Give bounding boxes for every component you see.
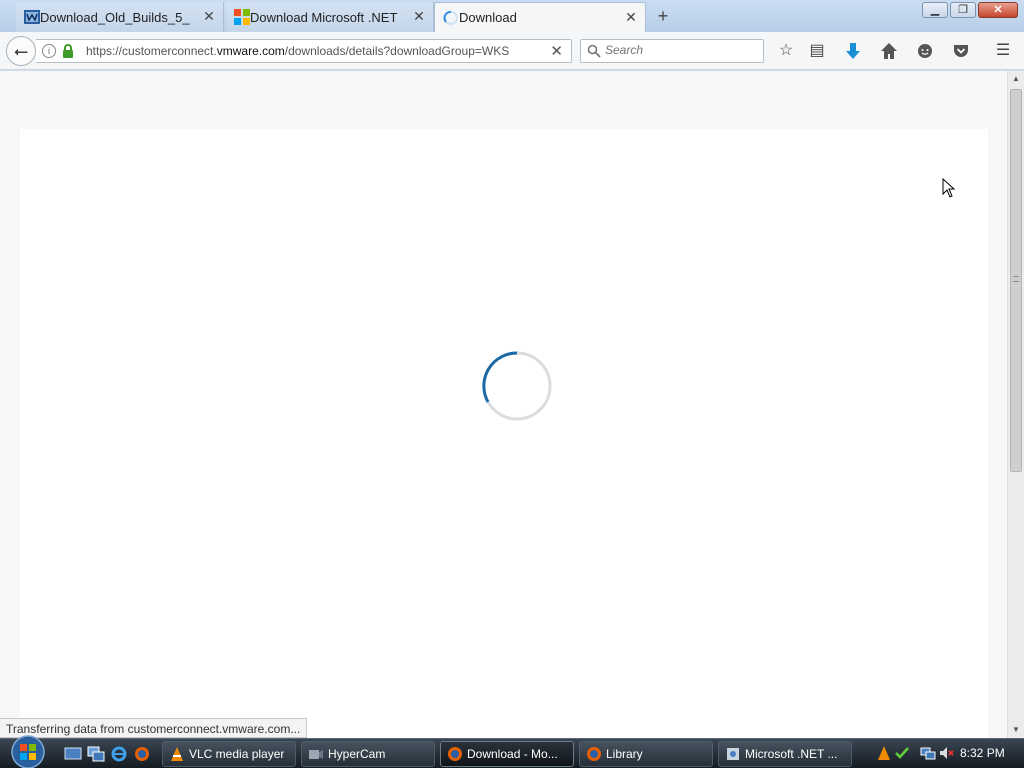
task-label: VLC media player — [189, 747, 285, 761]
taskbar-item-microsoft-net[interactable]: Microsoft .NET ... — [718, 741, 852, 767]
task-label: Microsoft .NET ... — [745, 747, 838, 761]
task-label: Download - Mo... — [467, 747, 558, 761]
download-arrow-icon[interactable] — [842, 40, 864, 62]
close-window-button[interactable]: ✕ — [978, 2, 1018, 18]
close-tab-icon[interactable]: ✕ — [201, 8, 217, 24]
task-label: HyperCam — [328, 747, 386, 761]
taskbar: VLC media player HyperCam Download - Mo.… — [0, 735, 1024, 768]
scroll-up-arrow-icon[interactable]: ▲ — [1008, 71, 1024, 87]
tab-download-old-builds[interactable]: Download_Old_Builds_5_2 ... ✕ — [16, 2, 224, 32]
home-icon[interactable] — [878, 40, 900, 62]
firefox-icon[interactable] — [133, 745, 151, 763]
microsoft-logo-icon — [234, 9, 250, 25]
info-icon[interactable]: i — [42, 44, 56, 58]
vlc-icon — [171, 747, 183, 761]
hypercam-icon — [309, 750, 323, 759]
bookmark-star-icon[interactable]: ☆ — [775, 40, 797, 62]
reading-list-icon[interactable]: ▤ — [806, 40, 828, 62]
taskbar-item-hypercam[interactable]: HyperCam — [301, 741, 435, 767]
taskbar-item-vlc[interactable]: VLC media player — [162, 741, 296, 767]
window-controls: ▁ ❐ ✕ — [922, 2, 1018, 18]
restore-button[interactable]: ❐ — [950, 2, 976, 18]
search-input[interactable] — [605, 43, 755, 57]
tab-title: Download Microsoft .NET ... — [250, 9, 402, 25]
installer-icon — [727, 748, 739, 760]
firefox-icon — [587, 747, 601, 761]
search-icon — [587, 44, 601, 58]
navigation-toolbar: i https://customerconnect.vmware.com/dow… — [0, 32, 1024, 70]
scroll-down-arrow-icon[interactable]: ▼ — [1008, 722, 1024, 738]
tab-download-microsoft-net[interactable]: Download Microsoft .NET ... ✕ — [226, 2, 434, 32]
tab-strip: Download_Old_Builds_5_2 ... ✕ Download M… — [0, 0, 1024, 32]
search-bar[interactable] — [580, 39, 764, 63]
url-domain: vmware.com — [216, 44, 285, 58]
taskbar-item-firefox-download[interactable]: Download - Mo... — [440, 741, 574, 767]
switch-windows-icon[interactable] — [87, 745, 105, 763]
vertical-scrollbar[interactable]: ▲ ▼ — [1007, 71, 1024, 738]
new-tab-icon[interactable]: + — [652, 5, 674, 27]
close-icon: ✕ — [993, 4, 1003, 16]
mouse-cursor-icon — [942, 178, 956, 198]
minimize-icon: ▁ — [930, 4, 940, 16]
close-tab-icon[interactable]: ✕ — [411, 8, 427, 24]
grip-icon — [1013, 276, 1019, 282]
url-bar[interactable]: i https://customerconnect.vmware.com/dow… — [36, 39, 572, 63]
task-label: Library — [606, 747, 643, 761]
close-tab-icon[interactable]: ✕ — [623, 9, 639, 25]
volume-muted-icon[interactable] — [938, 745, 954, 761]
internet-explorer-icon[interactable] — [110, 745, 128, 763]
clock[interactable]: 8:32 PM — [960, 746, 1005, 760]
show-desktop-icon[interactable] — [64, 745, 82, 763]
content-panel — [20, 129, 988, 738]
checkmark-tray-icon[interactable] — [894, 745, 910, 761]
scrollbar-thumb[interactable] — [1010, 89, 1022, 472]
loading-spinner-icon — [443, 11, 458, 25]
restore-icon: ❐ — [958, 4, 968, 16]
hello-chat-icon[interactable] — [914, 40, 936, 62]
vlc-tray-icon[interactable] — [876, 745, 892, 761]
tab-title: Download_Old_Builds_5_2 ... — [40, 9, 190, 25]
tab-download[interactable]: Download ✕ — [434, 2, 646, 32]
vmware-docs-icon — [24, 10, 40, 24]
lock-icon[interactable] — [60, 43, 76, 59]
url-prefix: https://customerconnect. — [86, 44, 217, 58]
url-text[interactable]: https://customerconnect.vmware.com/downl… — [86, 44, 516, 58]
url-path: /downloads/details?downloadGroup=WKS — [284, 44, 510, 58]
pocket-icon[interactable] — [950, 40, 972, 62]
minimize-button[interactable]: ▁ — [922, 2, 948, 18]
taskbar-item-library[interactable]: Library — [579, 741, 713, 767]
arrow-left-icon: ⭠ — [13, 41, 29, 61]
hamburger-menu-icon[interactable]: ☰ — [992, 40, 1014, 62]
network-icon[interactable] — [920, 745, 936, 761]
tab-title: Download — [459, 10, 517, 25]
stop-loading-icon[interactable]: ✕ — [550, 42, 563, 60]
loading-spinner — [482, 351, 552, 421]
windows-start-icon[interactable] — [8, 735, 48, 768]
firefox-icon — [448, 747, 462, 761]
back-button[interactable]: ⭠ — [6, 36, 36, 66]
